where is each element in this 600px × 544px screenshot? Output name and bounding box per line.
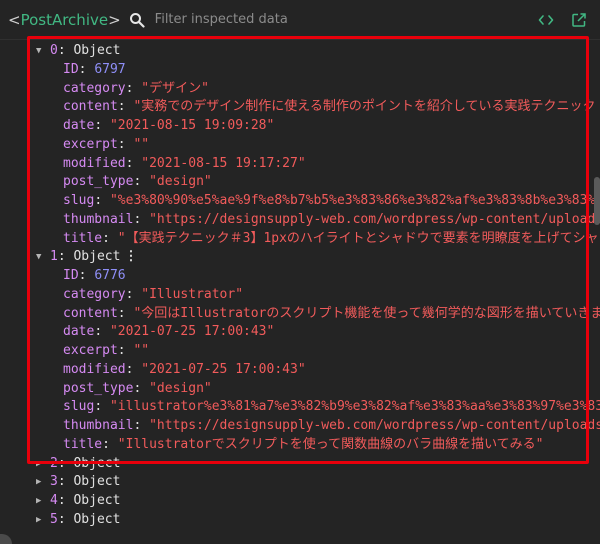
scrollbar[interactable] <box>592 40 600 544</box>
property-row[interactable]: modified: "2021-08-15 19:17:27" <box>32 155 600 174</box>
node-type: Object <box>73 474 121 490</box>
expand-arrow-icon[interactable]: ▼ <box>36 248 46 267</box>
expand-arrow-icon[interactable]: ▶ <box>36 492 46 511</box>
property-value: "Illustrator" <box>141 286 244 302</box>
property-value: "2021-07-25 17:00:43" <box>109 324 275 340</box>
property-row[interactable]: slug: "illustrator%e3%81%a7%e3%82%b9%e3%… <box>32 398 600 417</box>
tree-node-5[interactable]: ▶ 5: Object <box>32 511 600 530</box>
expand-arrow-icon[interactable]: ▶ <box>36 455 46 474</box>
node-type: Object <box>73 249 121 265</box>
property-row[interactable]: date: "2021-07-25 17:00:43" <box>32 323 600 342</box>
tree-node-0[interactable]: ▼ 0: Object <box>32 42 600 61</box>
node-type: Object <box>73 43 121 58</box>
property-key: ID <box>63 268 79 283</box>
property-value: 6797 <box>94 61 126 77</box>
property-value: "design" <box>149 380 212 396</box>
expand-arrow-icon[interactable]: ▼ <box>36 42 46 61</box>
property-key: date <box>63 324 95 340</box>
property-key: slug <box>63 193 95 208</box>
filter-input[interactable] <box>152 11 457 28</box>
property-row[interactable]: date: "2021-08-15 19:09:28" <box>32 117 600 136</box>
property-key: modified <box>63 155 126 171</box>
node-type: Object <box>73 455 121 471</box>
property-key: date <box>63 118 95 133</box>
state-panel: ▼ 0: Object ID: 6797 category: "デザイン" con… <box>0 36 600 544</box>
property-value: "デザイン" <box>141 80 209 96</box>
property-value: "https://designsupply-web.com/wordpress/… <box>149 418 600 433</box>
property-key: category <box>63 286 126 302</box>
property-value: 6776 <box>94 268 126 283</box>
property-key: post_type <box>63 174 134 190</box>
property-value: "今回はIllustratorのスクリプト機能を使って幾何学的な図形を描いていき… <box>133 305 600 321</box>
property-key: category <box>63 80 126 96</box>
property-value: "2021-07-25 17:00:43" <box>141 361 306 377</box>
tree-node-3[interactable]: ▶ 3: Object <box>32 473 600 492</box>
property-value: "https://designsupply-web.com/wordpress/… <box>149 211 600 227</box>
tree-node-1[interactable]: ▼ 1: Object ⋮ <box>32 248 600 267</box>
scrollbar-thumb[interactable] <box>594 177 600 225</box>
property-key: post_type <box>63 380 134 396</box>
property-row[interactable]: thumbnail: "https://designsupply-web.com… <box>32 417 600 436</box>
node-type: Object <box>73 493 121 508</box>
property-value: "" <box>133 343 150 358</box>
property-value: "2021-08-15 19:17:27" <box>141 155 306 171</box>
search-icon <box>129 12 145 28</box>
node-index: 4 <box>50 493 58 508</box>
property-value: "Illustratorでスクリプトを使って関数曲線のバラ曲線を描いてみる" <box>117 436 544 452</box>
property-key: content <box>63 305 118 321</box>
property-row[interactable]: content: "今回はIllustratorのスクリプト機能を使って幾何学的… <box>32 305 600 324</box>
node-index: 2 <box>50 455 58 471</box>
component-open-bracket: < <box>8 10 21 29</box>
node-index: 3 <box>50 474 58 490</box>
property-key: thumbnail <box>63 418 134 433</box>
more-vertical-icon[interactable]: ⋮ <box>124 249 137 264</box>
node-type: Object <box>73 511 121 527</box>
property-row[interactable]: content: "実務でのデザイン制作に使える制作のポイントを紹介している実践… <box>32 98 600 117</box>
property-row[interactable]: title: "【実践テクニック＃3】1pxのハイライトとシャドウで要素を明瞭度… <box>32 230 600 249</box>
property-value: "%e3%80%90%e5%ae%9f%e8%b7%b5%e3%83%86%e3… <box>109 193 600 208</box>
property-key: content <box>63 99 118 115</box>
property-row[interactable]: ID: 6797 <box>32 61 600 80</box>
property-row[interactable]: title: "Illustratorでスクリプトを使って関数曲線のバラ曲線を描… <box>32 436 600 455</box>
property-key: ID <box>63 61 79 77</box>
property-key: title <box>63 230 103 246</box>
property-row[interactable]: thumbnail: "https://designsupply-web.com… <box>32 211 600 230</box>
property-row[interactable]: modified: "2021-07-25 17:00:43" <box>32 361 600 380</box>
property-row[interactable]: excerpt: "" <box>32 342 600 361</box>
inspector-header: <PostArchive> <box>0 0 600 40</box>
property-row[interactable]: post_type: "design" <box>32 173 600 192</box>
tree-node-2[interactable]: ▶ 2: Object <box>32 455 600 474</box>
search-box <box>129 11 457 28</box>
property-key: thumbnail <box>63 211 134 227</box>
property-row[interactable]: category: "Illustrator" <box>32 286 600 305</box>
property-key: excerpt <box>63 136 118 152</box>
property-value: "" <box>133 136 150 152</box>
component-name-text: PostArchive <box>20 10 109 29</box>
tree-node-4[interactable]: ▶ 4: Object <box>32 492 600 511</box>
property-value: "illustrator%e3%81%a7%e3%82%b9%e3%82%af%… <box>109 399 600 415</box>
expand-arrow-icon[interactable]: ▶ <box>36 511 46 530</box>
node-index: 0 <box>50 43 58 58</box>
code-icon[interactable] <box>538 12 554 28</box>
property-key: excerpt <box>63 343 118 358</box>
expand-arrow-icon[interactable]: ▶ <box>36 473 46 492</box>
property-key: slug <box>63 399 95 415</box>
node-index: 1 <box>50 249 58 265</box>
property-value: "design" <box>149 174 212 190</box>
property-key: title <box>63 436 103 452</box>
property-row[interactable]: excerpt: "" <box>32 136 600 155</box>
property-row[interactable]: slug: "%e3%80%90%e5%ae%9f%e8%b7%b5%e3%83… <box>32 192 600 211</box>
node-index: 5 <box>50 511 58 527</box>
property-row[interactable]: post_type: "design" <box>32 380 600 399</box>
property-value: "実務でのデザイン制作に使える制作のポイントを紹介している実践テクニック <box>133 99 596 115</box>
property-value: "2021-08-15 19:09:28" <box>109 118 275 133</box>
component-name: <PostArchive> <box>8 11 121 29</box>
open-in-editor-icon[interactable] <box>571 12 587 28</box>
component-close-bracket: > <box>108 10 121 29</box>
data-tree: ▼ 0: Object ID: 6797 category: "デザイン" con… <box>32 40 600 544</box>
property-row[interactable]: category: "デザイン" <box>32 80 600 99</box>
property-row[interactable]: ID: 6776 <box>32 267 600 286</box>
property-value: "【実践テクニック＃3】1pxのハイライトとシャドウで要素を明瞭度を上げてシャ <box>117 230 599 246</box>
property-key: modified <box>63 361 126 377</box>
